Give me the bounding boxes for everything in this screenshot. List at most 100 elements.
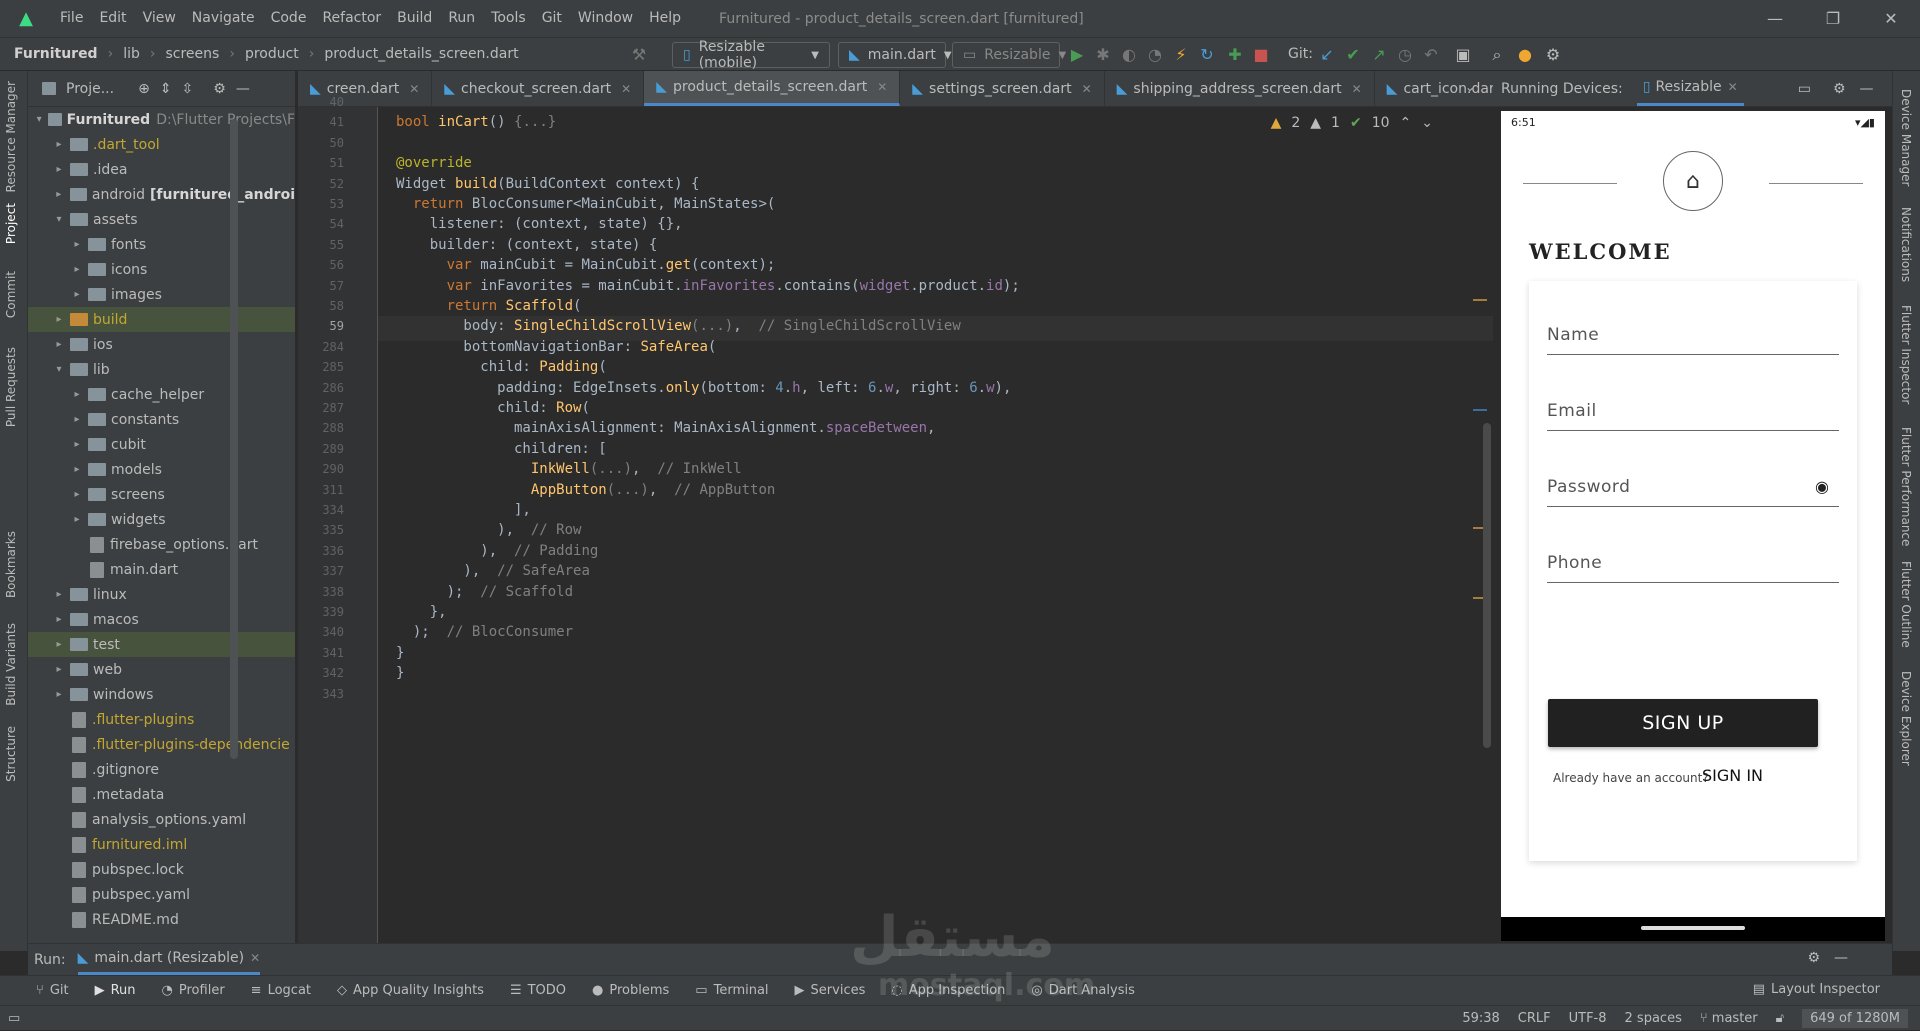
code-line[interactable]: var inFavorites = mainCubit.inFavorites.… — [396, 278, 1020, 294]
expand-arrow-icon[interactable]: ▸ — [70, 289, 84, 300]
project-view-selector[interactable]: Proje... — [66, 81, 114, 97]
tree-item[interactable]: .flutter-plugins-dependencie — [28, 732, 295, 757]
git-update-icon[interactable]: ↙ — [1316, 45, 1338, 64]
tree-item[interactable]: ▸ constants — [28, 407, 295, 432]
code-line[interactable]: bottomNavigationBar: SafeArea( — [396, 339, 716, 355]
tool-device-explorer[interactable]: Device Explorer — [1899, 671, 1913, 766]
menu-item-build[interactable]: Build — [389, 0, 440, 37]
tool-project[interactable]: Project — [4, 203, 18, 244]
menu-item-file[interactable]: File — [52, 0, 91, 37]
signin-link[interactable]: SIGN IN — [1702, 766, 1763, 785]
chevron-down-icon[interactable]: ⌄ — [1421, 115, 1433, 131]
code-line[interactable]: InkWell(...), // InkWell — [396, 461, 742, 477]
device-tab[interactable]: ▯ Resizable ✕ — [1636, 71, 1744, 106]
tool-commit[interactable]: Commit — [4, 271, 18, 318]
tree-item[interactable]: ▾ lib — [28, 357, 295, 382]
menu-item-navigate[interactable]: Navigate — [184, 0, 263, 37]
tree-item[interactable]: ▸ android [furnitured_androi — [28, 182, 295, 207]
expand-arrow-icon[interactable]: ▸ — [52, 664, 66, 675]
git-push-icon[interactable]: ↗ — [1368, 45, 1390, 64]
tree-item[interactable]: ▸ build — [28, 307, 295, 332]
code-line[interactable]: mainAxisAlignment: MainAxisAlignment.spa… — [396, 420, 935, 436]
code-line[interactable]: }, — [396, 604, 447, 620]
expand-arrow-icon[interactable]: ▸ — [52, 639, 66, 650]
close-icon[interactable]: ✕ — [1082, 82, 1092, 96]
tree-item[interactable]: README.md — [28, 907, 295, 932]
chevron-up-icon[interactable]: ⌃ — [1400, 115, 1412, 131]
tree-item[interactable]: ▸ models — [28, 457, 295, 482]
code-line[interactable]: bool inCart() {...} — [396, 114, 556, 130]
code-line[interactable]: ], — [396, 502, 531, 518]
tree-item[interactable]: ▸ web — [28, 657, 295, 682]
emulator-selector[interactable]: ▭ Resizable ▼ — [952, 42, 1066, 68]
debug-icon[interactable]: ✱ — [1092, 45, 1114, 64]
tree-item[interactable]: ▸ images — [28, 282, 295, 307]
tree-item[interactable]: ▸ fonts — [28, 232, 295, 257]
tool-window-run[interactable]: ▶ Run — [95, 983, 136, 998]
expand-arrow-icon[interactable]: ▸ — [70, 389, 84, 400]
expand-arrow-icon[interactable]: ▸ — [52, 314, 66, 325]
expand-arrow-icon[interactable]: ▸ — [52, 589, 66, 600]
editor-tab[interactable]: ◣ checkout_screen.dart ✕ — [432, 71, 645, 106]
expand-arrow-icon[interactable]: ▸ — [52, 339, 66, 350]
tree-item[interactable]: ▸ macos — [28, 607, 295, 632]
code-line[interactable]: } — [396, 645, 404, 661]
code-line[interactable]: return BlocConsumer<MainCubit, MainState… — [396, 196, 775, 212]
tool-flutter-inspector[interactable]: Flutter Inspector — [1899, 305, 1913, 404]
code-line[interactable]: child: Row( — [396, 400, 590, 416]
expand-arrow-icon[interactable]: ▸ — [70, 514, 84, 525]
menu-item-tools[interactable]: Tools — [483, 0, 534, 37]
tree-item[interactable]: ▸ screens — [28, 482, 295, 507]
phone-screen[interactable]: 6:51 ▾◢▮ ⌂ WELCOME Name Email Password ◉ … — [1501, 111, 1885, 941]
tree-item[interactable]: ▸ ios — [28, 332, 295, 357]
close-icon[interactable]: ✕ — [1728, 80, 1738, 94]
project-scrollbar[interactable] — [230, 119, 238, 759]
inspection-widget[interactable]: ▲ 2 ▲ 1 ✔ 10 ⌃ ⌄ — [1271, 115, 1433, 131]
code-line[interactable]: child: Padding( — [396, 359, 606, 375]
settings-icon[interactable]: ⚙ — [1542, 45, 1564, 64]
code-line[interactable]: padding: EdgeInsets.only(bottom: 4.h, le… — [396, 380, 1011, 396]
code-line[interactable]: ); // BlocConsumer — [396, 624, 573, 640]
update-icon[interactable]: ● — [1514, 45, 1536, 64]
close-icon[interactable]: ✕ — [409, 82, 419, 96]
tree-item[interactable]: .metadata — [28, 782, 295, 807]
tool-window-todo[interactable]: ☰ TODO — [510, 983, 566, 998]
close-icon[interactable]: ✕ — [250, 951, 260, 965]
expand-arrow-icon[interactable]: ▸ — [52, 189, 66, 200]
tool-flutter-outline[interactable]: Flutter Outline — [1899, 561, 1913, 648]
tool-window-services[interactable]: ▶ Services — [795, 983, 866, 998]
maximize-button[interactable]: ❐ — [1804, 0, 1862, 37]
menu-item-view[interactable]: View — [135, 0, 184, 37]
tree-item[interactable]: ▸ .dart_tool — [28, 132, 295, 157]
menu-item-git[interactable]: Git — [534, 0, 570, 37]
tree-item[interactable]: ▸ .idea — [28, 157, 295, 182]
tree-item[interactable]: firebase_options.dart — [28, 532, 295, 557]
hide-icon[interactable]: — — [1834, 950, 1848, 966]
hot-restart-icon[interactable]: ↻ — [1196, 45, 1218, 64]
phone-field[interactable]: Phone — [1547, 547, 1839, 583]
editor-scrollbar[interactable] — [1483, 423, 1491, 748]
code-line[interactable]: @override — [396, 155, 472, 171]
gear-icon[interactable]: ⚙ — [1833, 81, 1846, 97]
hide-icon[interactable]: — — [236, 81, 250, 97]
tree-item[interactable]: ▸ widgets — [28, 507, 295, 532]
tool-window-profiler[interactable]: ◔ Profiler — [162, 983, 225, 998]
tree-item[interactable]: analysis_options.yaml — [28, 807, 295, 832]
device-selector[interactable]: ▯ Resizable (mobile) ▼ — [672, 39, 830, 71]
breadcrumb-item[interactable]: screens — [165, 46, 219, 62]
code-line[interactable]: ), // Padding — [396, 543, 598, 559]
breadcrumb-item[interactable]: product — [245, 46, 299, 62]
code-editor[interactable]: 40 41 50 51 52 53 54 55 56 57 58 59 284 285 286 287 288 2… — [298, 95, 1493, 943]
run-icon[interactable]: ▶ — [1066, 45, 1088, 64]
rollback-icon[interactable]: ↶ — [1420, 45, 1442, 64]
tree-item[interactable]: ▾ assets — [28, 207, 295, 232]
tool-flutter-performance[interactable]: Flutter Performance — [1899, 427, 1913, 546]
minimize-button[interactable]: — — [1746, 0, 1804, 37]
home-indicator[interactable] — [1641, 926, 1745, 930]
name-field[interactable]: Name — [1547, 319, 1839, 355]
code-line[interactable]: ); // Scaffold — [396, 584, 573, 600]
layout-inspector-button[interactable]: ▤ Layout Inspector — [1753, 982, 1880, 997]
menu-item-code[interactable]: Code — [263, 0, 315, 37]
coverage-icon[interactable]: ◐ — [1118, 45, 1140, 64]
tabs-overflow-icon[interactable]: ⌄ — [1465, 80, 1475, 94]
